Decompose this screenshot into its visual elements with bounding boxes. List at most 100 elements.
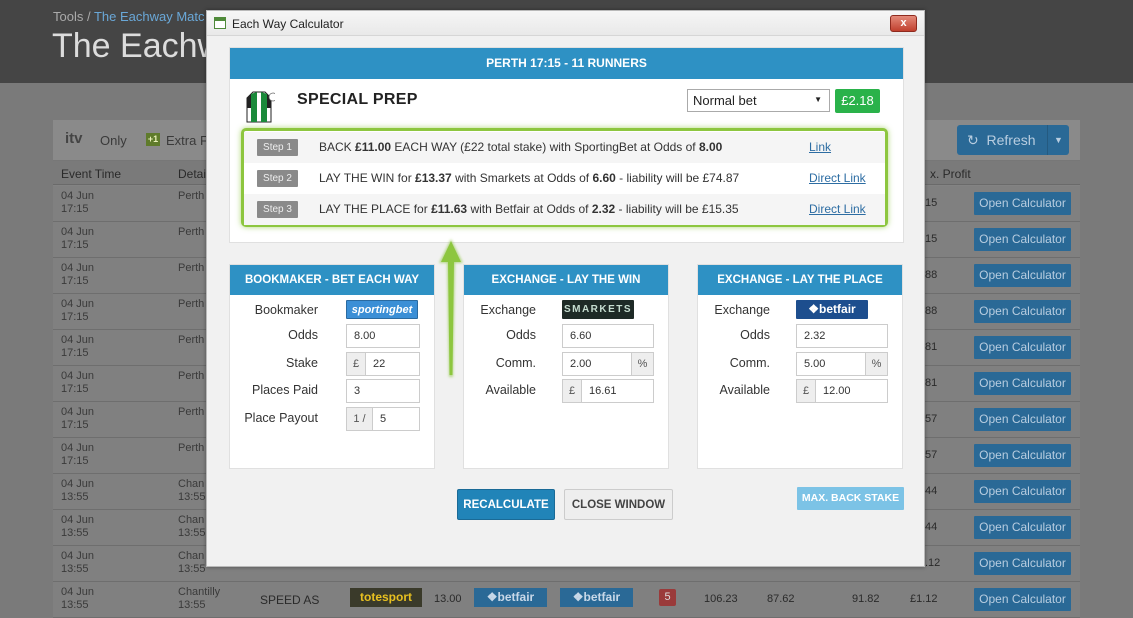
max-profit: 15 [925, 233, 938, 245]
chevron-down-icon[interactable]: ▼ [1047, 125, 1069, 155]
dialog-titlebar[interactable]: Each Way Calculator x [207, 11, 924, 36]
breadcrumb-root[interactable]: Tools [53, 9, 83, 24]
exchange-label: Exchange [714, 303, 770, 317]
odds-input[interactable] [796, 324, 888, 348]
dialog-title: Each Way Calculator [232, 17, 344, 31]
place-payout-label: Place Payout [244, 411, 318, 425]
event-detail: Perth [178, 370, 205, 382]
chevron-down-icon: ▼ [814, 95, 822, 104]
refresh-label: Refresh [986, 132, 1036, 148]
available-input[interactable] [581, 379, 654, 403]
back-odds: 13.00 [434, 593, 462, 605]
bookmaker-panel-header: BOOKMAKER - BET EACH WAY [230, 265, 434, 295]
comm-input[interactable] [562, 352, 632, 376]
places-badge: 5 [659, 589, 676, 606]
event-time: 04 Jun 17:15 [61, 262, 95, 287]
event-detail: Perth [178, 226, 205, 238]
event-detail: Perth [178, 190, 205, 202]
event-detail: Perth [178, 298, 205, 310]
open-calculator-button[interactable]: Open Calculator [974, 588, 1071, 611]
sportingbet-logo[interactable]: sportingbet [346, 300, 418, 319]
race-header: PERTH 17:15 - 11 RUNNERS [230, 48, 903, 79]
event-time: 04 Jun 17:15 [61, 406, 95, 431]
open-calculator-button[interactable]: Open Calculator [974, 192, 1071, 215]
event-time: 04 Jun 13:55 [61, 550, 95, 575]
recalculate-button[interactable]: RECALCULATE [457, 489, 555, 520]
event-time: 04 Jun 13:55 [61, 586, 95, 611]
close-window-button[interactable]: CLOSE WINDOW [564, 489, 673, 520]
step-instruction: BACK £11.00 EACH WAY (£22 total stake) w… [319, 140, 723, 154]
itv-logo-icon[interactable]: itv [65, 130, 83, 147]
odds-label: Odds [506, 328, 536, 342]
event-detail: Perth [178, 406, 205, 418]
totesport-logo[interactable]: totesport [350, 588, 422, 607]
open-calculator-button[interactable]: Open Calculator [974, 300, 1071, 323]
comm-input[interactable] [796, 352, 866, 376]
open-calculator-button[interactable]: Open Calculator [974, 408, 1071, 431]
lay-place-panel: EXCHANGE - LAY THE PLACE Exchange ❖betfa… [697, 264, 903, 469]
open-calculator-button[interactable]: Open Calculator [974, 372, 1071, 395]
place-payout-input[interactable] [372, 407, 420, 431]
step-instruction: LAY THE WIN for £13.37 with Smarkets at … [319, 171, 740, 185]
col-detail[interactable]: Detail [178, 167, 209, 181]
max-profit: 88 [925, 269, 938, 281]
odds-input[interactable] [562, 324, 654, 348]
event-time: 04 Jun 17:15 [61, 334, 95, 359]
extra-place-badge: +1 [146, 133, 160, 146]
each-way-calculator-dialog: Each Way Calculator x PERTH 17:15 - 11 R… [206, 10, 925, 567]
odds-input[interactable] [346, 324, 420, 348]
step-link[interactable]: Direct Link [809, 171, 866, 185]
bookmaker-label: Bookmaker [254, 303, 318, 317]
stake-label: Stake [286, 356, 318, 370]
comm-label: Comm. [495, 356, 536, 370]
table-row: 04 Jun 13:55 Chantilly 13:55 SPEED AS tote… [53, 582, 1080, 618]
open-calculator-button[interactable]: Open Calculator [974, 264, 1071, 287]
event-detail: Chan 13:55 [178, 550, 206, 575]
event-detail: Chan 13:55 [178, 478, 206, 503]
itv-only-filter[interactable]: Only [100, 133, 127, 148]
value-2: 87.62 [767, 593, 795, 605]
available-label: Available [485, 383, 536, 397]
arrow-up-icon [439, 239, 463, 377]
extra-place-filter[interactable]: Extra F [166, 133, 208, 148]
max-profit: 81 [925, 341, 938, 353]
col-max-profit[interactable]: x. Profit [930, 167, 971, 181]
max-profit: £1.12 [910, 593, 938, 605]
smarkets-logo[interactable]: SMARKETS [562, 300, 634, 319]
max-profit: 88 [925, 305, 938, 317]
betfair-win-logo[interactable]: ❖betfair [474, 588, 547, 607]
horse-name: SPEED AS [260, 593, 320, 607]
event-time: 04 Jun 17:15 [61, 442, 95, 467]
value-1: 106.23 [704, 593, 738, 605]
step-row: Step 2 LAY THE WIN for £13.37 with Smark… [244, 163, 885, 194]
max-back-stake-button[interactable]: MAX. BACK STAKE [797, 487, 904, 510]
currency-addon: £ [346, 352, 366, 376]
step-link[interactable]: Direct Link [809, 202, 866, 216]
col-event-time[interactable]: Event Time [61, 167, 121, 181]
bet-type-select[interactable]: Normal bet ▼ [687, 89, 830, 112]
open-calculator-button[interactable]: Open Calculator [974, 552, 1071, 575]
open-calculator-button[interactable]: Open Calculator [974, 336, 1071, 359]
open-calculator-button[interactable]: Open Calculator [974, 516, 1071, 539]
max-profit: 15 [925, 197, 938, 209]
max-profit: 57 [925, 413, 938, 425]
refresh-button[interactable]: ↻ Refresh ▼ [957, 125, 1069, 155]
open-calculator-button[interactable]: Open Calculator [974, 444, 1071, 467]
bookmaker-panel: BOOKMAKER - BET EACH WAY Bookmaker sport… [229, 264, 435, 469]
jockey-silks-icon [246, 91, 275, 123]
event-time: 04 Jun 17:15 [61, 298, 95, 323]
open-calculator-button[interactable]: Open Calculator [974, 480, 1071, 503]
close-icon[interactable]: x [890, 15, 917, 32]
max-profit: 44 [925, 521, 938, 533]
breadcrumb-current[interactable]: The Eachway Matc [94, 9, 205, 24]
open-calculator-button[interactable]: Open Calculator [974, 228, 1071, 251]
betfair-logo[interactable]: ❖betfair [796, 300, 868, 319]
event-detail: Chan 13:55 [178, 514, 206, 539]
places-paid-input[interactable] [346, 379, 420, 403]
fraction-addon: 1 / [346, 407, 373, 431]
event-time: 04 Jun 13:55 [61, 514, 95, 539]
step-link[interactable]: Link [809, 140, 831, 154]
stake-input[interactable] [365, 352, 420, 376]
available-input[interactable] [815, 379, 888, 403]
betfair-place-logo[interactable]: ❖betfair [560, 588, 633, 607]
